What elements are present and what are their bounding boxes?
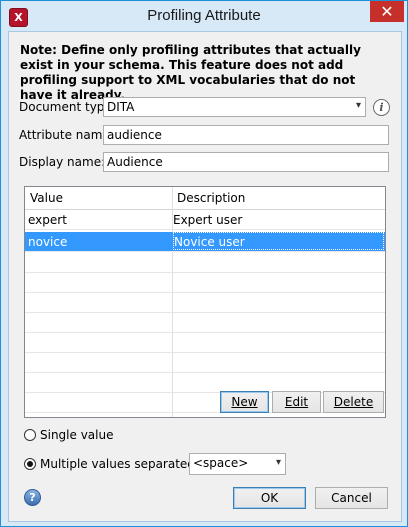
close-button[interactable]: ✕ bbox=[370, 1, 404, 22]
attribute-name-field[interactable]: audience bbox=[103, 125, 389, 145]
document-type-combo[interactable]: DITA ▾ bbox=[103, 97, 366, 117]
dialog-body: Note: Define only profiling attributes t… bbox=[8, 31, 402, 522]
new-button-label: New bbox=[231, 395, 258, 409]
edit-button-label: Edit bbox=[284, 395, 309, 409]
title-bar[interactable]: X Profiling Attribute ✕ bbox=[1, 1, 407, 31]
note-text: Note: Define only profiling attributes t… bbox=[20, 43, 361, 102]
empty-row bbox=[25, 253, 385, 273]
separator-value: <space> bbox=[193, 456, 249, 470]
single-value-label[interactable]: Single value bbox=[40, 428, 113, 442]
delete-button-label: Delete bbox=[333, 395, 374, 409]
multiple-values-radio[interactable] bbox=[24, 458, 36, 470]
separator-combo[interactable]: <space> ▾ bbox=[189, 453, 286, 475]
empty-row bbox=[25, 353, 385, 373]
dialog-title: Profiling Attribute bbox=[147, 7, 261, 24]
ok-button[interactable]: OK bbox=[233, 487, 306, 509]
table-header: Value Description bbox=[25, 187, 385, 210]
chevron-down-icon: ▾ bbox=[355, 100, 361, 111]
empty-row bbox=[25, 273, 385, 293]
help-icon[interactable]: ? bbox=[24, 489, 41, 506]
info-icon[interactable]: i bbox=[373, 99, 390, 116]
attribute-name-label: Attribute name: bbox=[19, 128, 114, 142]
row-value: novice bbox=[28, 235, 68, 249]
document-type-label: Document type: bbox=[19, 100, 116, 114]
display-name-label: Display name: bbox=[19, 155, 106, 169]
column-header-value[interactable]: Value bbox=[30, 191, 63, 205]
row-description: Expert user bbox=[173, 213, 243, 227]
single-value-radio[interactable] bbox=[24, 429, 36, 441]
chevron-down-icon: ▾ bbox=[275, 457, 281, 468]
edit-button[interactable]: Edit bbox=[272, 391, 321, 413]
row-description: Novice user bbox=[173, 232, 384, 250]
values-table[interactable]: Value Description expert Expert user nov… bbox=[24, 186, 386, 418]
empty-row bbox=[25, 293, 385, 313]
table-row[interactable]: expert Expert user bbox=[25, 210, 385, 230]
dialog-window: X Profiling Attribute ✕ Note: Define onl… bbox=[0, 0, 408, 527]
cancel-button[interactable]: Cancel bbox=[315, 487, 388, 509]
radio-selected-dot bbox=[27, 461, 33, 467]
empty-row bbox=[25, 373, 385, 393]
display-name-field[interactable]: Audience bbox=[103, 152, 389, 172]
new-button[interactable]: New bbox=[220, 391, 269, 413]
table-row-selected[interactable]: novice Novice user bbox=[25, 232, 385, 252]
delete-button[interactable]: Delete bbox=[323, 391, 384, 413]
document-type-value: DITA bbox=[107, 100, 135, 114]
empty-row bbox=[25, 313, 385, 333]
row-value: expert bbox=[28, 213, 67, 227]
empty-row bbox=[25, 333, 385, 353]
column-header-description[interactable]: Description bbox=[177, 191, 245, 205]
